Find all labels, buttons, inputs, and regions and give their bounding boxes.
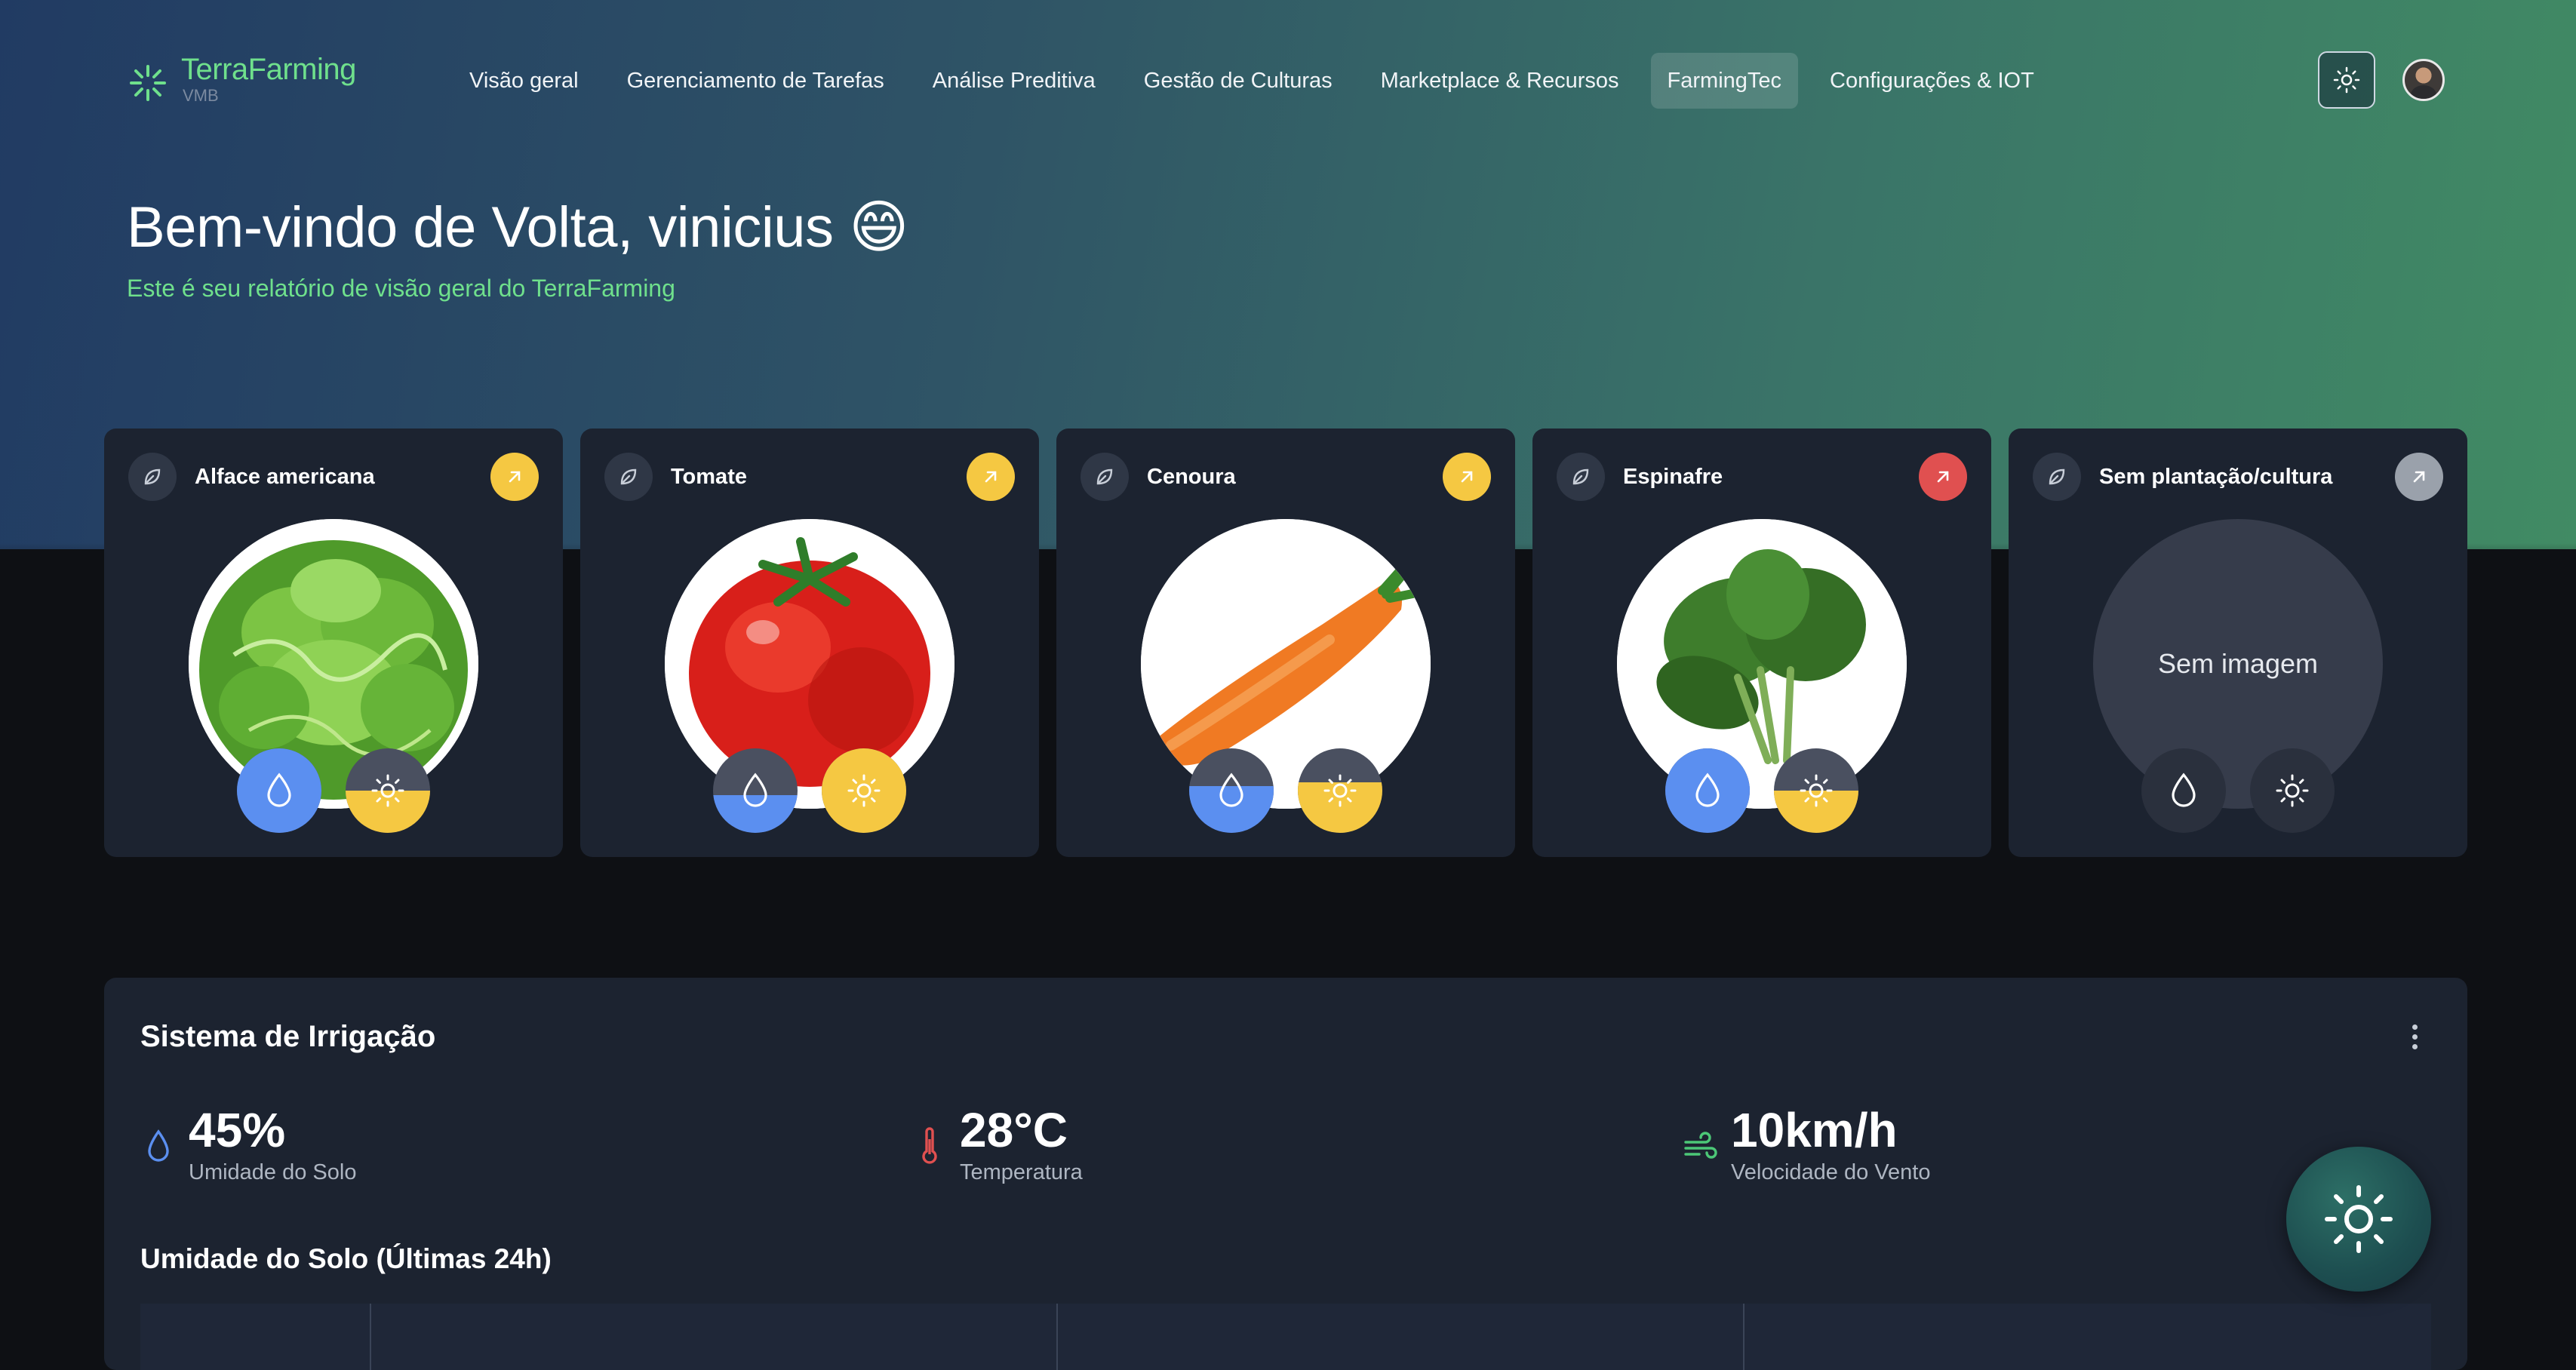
droplet-icon [267, 773, 291, 807]
chart-gridline [1056, 1304, 1058, 1370]
wind-speed-value: 10km/h [1731, 1103, 1898, 1157]
water-level-indicator [713, 748, 798, 833]
metric-temperature: 28°C Temperatura [911, 1104, 1083, 1185]
crop-photo-placeholder: Sem imagem [2093, 519, 2383, 809]
leaf-icon [604, 453, 653, 501]
brand-logo[interactable]: TerraFarming VMB [128, 53, 356, 113]
crop-card[interactable]: Sem plantação/cultura Sem imagem [2009, 429, 2467, 857]
nav-item-gestao-culturas[interactable]: Gestão de Culturas [1127, 53, 1349, 109]
irrigation-panel: Sistema de Irrigação 45% Umidade do Solo… [104, 978, 2467, 1370]
leaf-icon [1557, 453, 1605, 501]
droplet-icon [2172, 773, 2196, 807]
irrigation-title: Sistema de Irrigação [140, 1020, 436, 1053]
crop-photo-carrot [1141, 519, 1431, 809]
leaf-icon [1081, 453, 1129, 501]
droplet-icon [743, 773, 767, 807]
leaf-icon [128, 453, 177, 501]
sunlight-level-indicator [346, 748, 430, 833]
sun-icon [2325, 1185, 2393, 1253]
nav-item-visao-geral[interactable]: Visão geral [453, 53, 595, 109]
nav-item-configuracoes-iot[interactable]: Configurações & IOT [1813, 53, 2051, 109]
floating-weather-button[interactable] [2286, 1147, 2431, 1292]
metric-wind-speed: 10km/h Velocidade do Vento [1683, 1104, 1930, 1185]
brand-name: TerraFarming [181, 53, 356, 86]
sprout-logo-icon [130, 65, 166, 101]
brand-subtitle: VMB [183, 86, 219, 105]
open-arrow-icon[interactable] [1443, 453, 1491, 501]
crop-name: Alface americana [195, 464, 375, 489]
soil-moisture-value: 45% [189, 1103, 286, 1157]
open-arrow-icon[interactable] [967, 453, 1015, 501]
crop-name: Espinafre [1623, 464, 1723, 489]
crop-photo-lettuce [189, 519, 478, 809]
sunlight-level-indicator [822, 748, 906, 833]
open-arrow-icon[interactable] [2395, 453, 2443, 501]
water-level-indicator [1189, 748, 1274, 833]
nav-item-farmingtec[interactable]: FarmingTec [1650, 53, 1799, 109]
open-arrow-icon[interactable] [490, 453, 539, 501]
sunlight-level-indicator [1774, 748, 1858, 833]
water-level-indicator [237, 748, 321, 833]
sun-icon [2333, 66, 2360, 94]
wind-icon [1684, 1132, 1717, 1159]
sun-icon [2276, 774, 2309, 807]
thermometer-icon [922, 1127, 937, 1164]
crop-card[interactable]: Alface americana [104, 429, 563, 857]
open-arrow-icon[interactable] [1919, 453, 1967, 501]
crop-photo-tomato [665, 519, 954, 809]
theme-toggle-button[interactable] [2318, 51, 2375, 109]
soil-moisture-chart [140, 1304, 2431, 1370]
crop-name: Tomate [671, 464, 747, 489]
nav-item-marketplace[interactable]: Marketplace & Recursos [1364, 53, 1636, 109]
metric-soil-moisture: 45% Umidade do Solo [140, 1104, 356, 1185]
sun-icon [1323, 774, 1357, 807]
nav-item-tarefas[interactable]: Gerenciamento de Tarefas [610, 53, 901, 109]
crop-name: Sem plantação/cultura [2099, 464, 2333, 489]
droplet-icon [1219, 773, 1243, 807]
sun-icon [1800, 774, 1833, 807]
droplet-icon [1695, 773, 1720, 807]
leaf-icon [2033, 453, 2081, 501]
chart-gridline [1743, 1304, 1744, 1370]
nav-item-analise-preditiva[interactable]: Análise Preditiva [916, 53, 1112, 109]
temperature-value: 28°C [960, 1103, 1068, 1157]
wind-speed-label: Velocidade do Vento [1731, 1160, 1931, 1184]
soil-moisture-label: Umidade do Solo [189, 1160, 357, 1184]
crop-photo-spinach [1617, 519, 1907, 809]
temperature-label: Temperatura [960, 1160, 1083, 1184]
crop-name: Cenoura [1147, 464, 1236, 489]
crop-card[interactable]: Tomate [580, 429, 1039, 857]
no-image-label: Sem imagem [2157, 648, 2319, 679]
droplet-icon [148, 1129, 169, 1162]
welcome-subtitle: Este é seu relatório de visão geral do T… [127, 275, 675, 302]
soil-moisture-chart-title: Umidade do Solo (Últimas 24h) [140, 1243, 552, 1274]
sun-icon [847, 774, 881, 807]
more-options-icon[interactable] [2410, 1024, 2419, 1055]
sunlight-level-indicator [1298, 748, 1382, 833]
crop-card[interactable]: Espinafre [1532, 429, 1991, 857]
chart-gridline [370, 1304, 371, 1370]
welcome-heading: Bem-vindo de Volta, vinicius 😄 [127, 195, 908, 260]
water-level-indicator [1665, 748, 1750, 833]
sun-icon [371, 774, 404, 807]
water-level-indicator [2141, 748, 2226, 833]
crop-card[interactable]: Cenoura [1056, 429, 1515, 857]
user-avatar[interactable] [2402, 59, 2445, 101]
sunlight-level-indicator [2250, 748, 2335, 833]
main-nav: Visão geral Gerenciamento de Tarefas Aná… [453, 53, 2066, 109]
